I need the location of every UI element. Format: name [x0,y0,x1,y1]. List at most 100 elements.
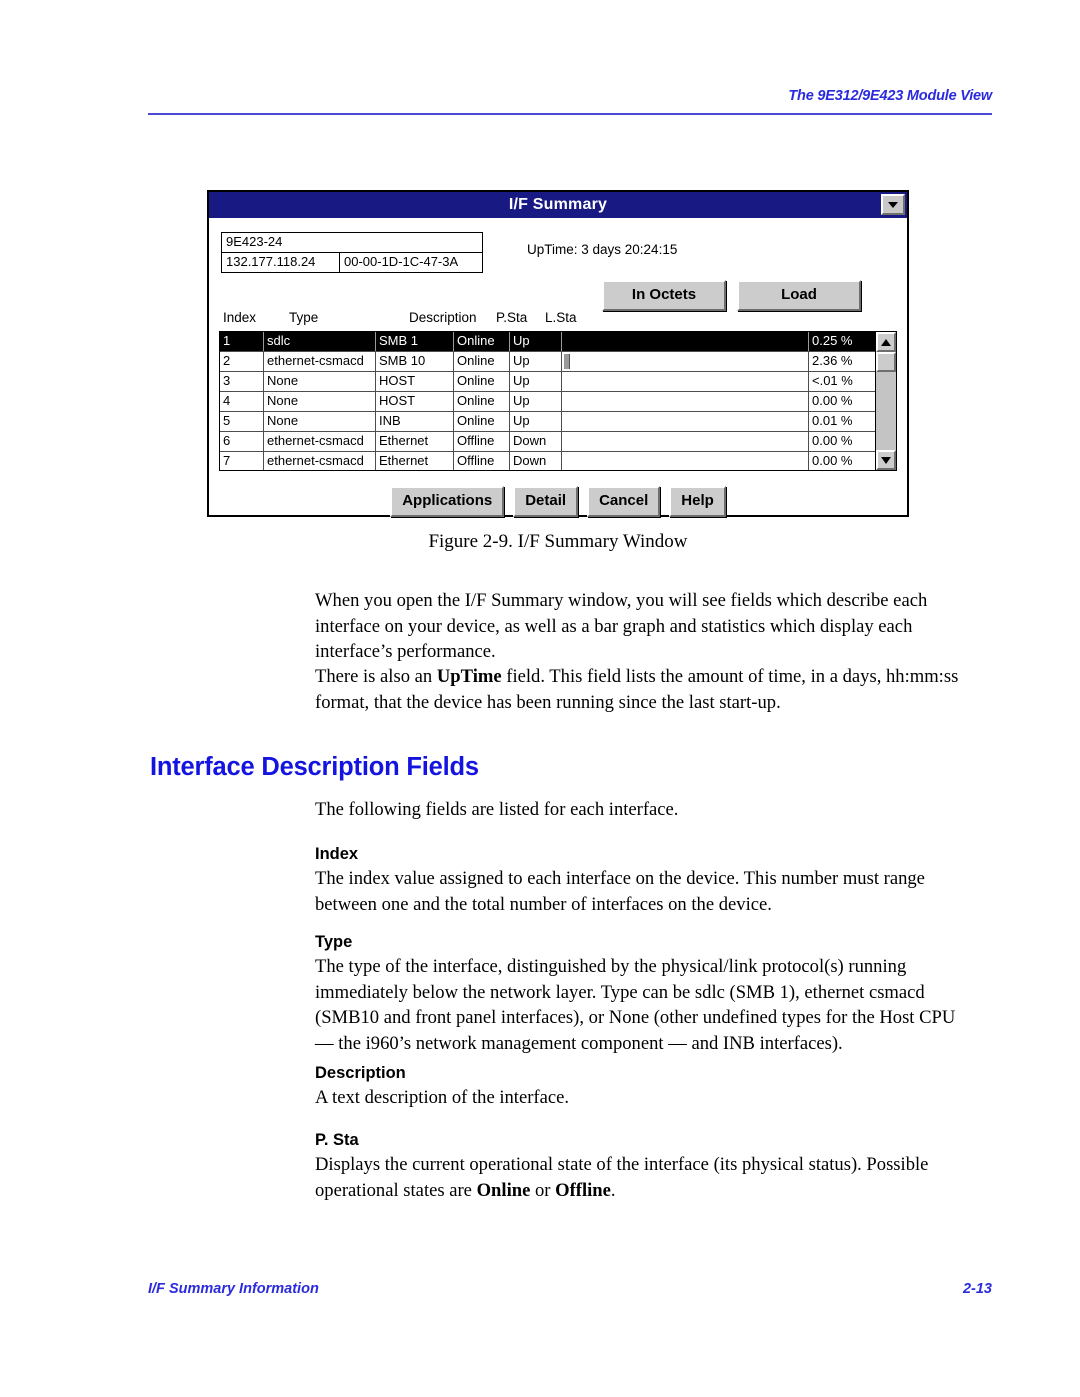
subheading-p-sta: P. Sta [315,1131,359,1149]
cell-l-sta: Up [510,332,562,351]
scrollbar-track[interactable] [876,372,896,450]
cell-bar-graph [562,412,809,431]
scroll-down-button[interactable] [876,450,896,470]
paragraph-intro: When you open the I/F Summary window, yo… [315,590,928,662]
cell-l-sta: Down [510,452,562,470]
dialog-titlebar: I/F Summary [209,192,907,218]
paragraph-uptime: There is also an UpTime field. This fiel… [315,664,960,715]
device-name: 9E423-24 [226,234,283,249]
cell-p-sta: Offline [454,452,510,470]
table-row[interactable]: 5 None INB Online Up 0.01 % [220,412,875,432]
cell-p-sta: Online [454,332,510,351]
cell-type: ethernet-csmacd [264,432,376,451]
cell-percent: 0.00 % [812,433,853,448]
cell-bar-graph [562,432,809,451]
arrow-down-icon [881,456,891,464]
applications-button[interactable]: Applications [390,486,505,517]
scrollbar-thumb[interactable] [876,352,896,372]
interface-table-wrapper: 1 sdlc SMB 1 Online Up 0.25 % 2 ethernet-csmacd… [219,331,897,471]
cell-p-sta: Online [454,412,510,431]
device-ip-address: 132.177.118.24 [222,253,340,272]
footer-page-number: 2-13 [962,1281,992,1297]
psta-tail: . [610,1179,616,1201]
dialog-body: 9E423-24 132.177.118.24 00-00-1D-1C-47-3… [209,218,907,517]
table-row[interactable]: 2 ethernet-csmacd SMB 10 Online Up 2.36 % [220,352,875,372]
table-column-headers: Index Type Description P.Sta L.Sta [221,310,781,330]
psta-online-term: Online [476,1179,531,1201]
scroll-up-button[interactable] [876,332,896,352]
statistic-selector-buttons: In Octets Load [602,280,861,311]
cell-index: 5 [220,412,264,431]
cell-index: 2 [220,352,264,371]
device-address-row: 132.177.118.24 00-00-1D-1C-47-3A [222,253,482,272]
paragraph-index: The index value assigned to each interfa… [315,868,925,915]
paragraph-description: A text description of the interface. [315,1087,570,1108]
chevron-down-icon [888,201,898,208]
cell-description: Ethernet [376,452,454,470]
paragraph-fields-intro: The following fields are listed for each… [315,799,679,820]
if-summary-dialog: I/F Summary 9E423-24 132.177.118.24 00-0… [207,190,909,517]
column-header-index: Index [223,310,257,325]
detail-button[interactable]: Detail [513,486,579,517]
table-row[interactable]: 3 None HOST Online Up <.01 % [220,372,875,392]
paragraph-type: The type of the interface, distinguished… [315,956,956,1054]
bar-graph-fill [564,354,571,369]
system-menu-button[interactable] [881,194,905,215]
subheading-description: Description [315,1064,406,1082]
cell-percent: 0.00 % [812,453,853,468]
cell-percent: 0.00 % [812,393,853,408]
cell-l-sta: Up [510,372,562,391]
cell-type: None [264,392,376,411]
subheading-type: Type [315,933,353,951]
cell-l-sta: Up [510,352,562,371]
column-header-type: Type [289,310,319,325]
figure-if-summary-window: I/F Summary 9E423-24 132.177.118.24 00-0… [207,190,909,517]
cell-description: HOST [376,392,454,411]
cell-p-sta: Online [454,372,510,391]
cell-l-sta: Down [510,432,562,451]
psta-offline-term: Offline [555,1179,611,1201]
arrow-up-icon [881,338,891,346]
cell-bar-graph [562,332,809,351]
device-info-box: 9E423-24 132.177.118.24 00-00-1D-1C-47-3… [221,232,483,273]
subheading-index: Index [315,845,359,863]
column-header-l-sta: L.Sta [545,310,577,325]
psta-lead: Displays the current operational state o… [315,1154,929,1201]
cell-bar-graph [562,372,809,391]
cancel-button[interactable]: Cancel [587,486,661,517]
uptime-label: UpTime: 3 days 20:24:15 [527,242,678,257]
cell-description: INB [376,412,454,431]
cell-p-sta: Online [454,352,510,371]
table-scrollbar[interactable] [875,331,897,471]
cell-description: SMB 10 [376,352,454,371]
in-octets-button[interactable]: In Octets [602,280,726,311]
footer-left-label: I/F Summary Information [148,1281,319,1297]
device-name-row: 9E423-24 [222,233,482,253]
table-row[interactable]: 6 ethernet-csmacd Ethernet Offline Down 0.00 … [220,432,875,452]
table-row[interactable]: 1 sdlc SMB 1 Online Up 0.25 % [220,332,875,352]
help-button[interactable]: Help [669,486,726,517]
cell-type: ethernet-csmacd [264,352,376,371]
cell-index: 4 [220,392,264,411]
running-head: The 9E312/9E423 Module View [788,88,992,104]
cell-percent: 0.25 % [812,333,853,348]
cell-description: Ethernet [376,432,454,451]
load-button[interactable]: Load [737,280,861,311]
cell-percent: <.01 % [812,373,853,388]
device-mac-address: 00-00-1D-1C-47-3A [344,254,459,269]
cell-type: None [264,372,376,391]
cell-l-sta: Up [510,392,562,411]
dialog-action-buttons: Applications Detail Cancel Help [209,486,907,517]
cell-type: sdlc [264,332,376,351]
table-row[interactable]: 7 ethernet-csmacd Ethernet Offline Down 0.00 … [220,452,875,470]
page-footer: I/F Summary Information 2-13 [148,1281,992,1297]
column-header-description: Description [409,310,477,325]
uptime-term: UpTime [436,666,502,687]
interface-table[interactable]: 1 sdlc SMB 1 Online Up 0.25 % 2 ethernet-csmacd… [219,331,875,471]
cell-bar-graph [562,452,809,470]
cell-bar-graph [562,392,809,411]
table-row[interactable]: 4 None HOST Online Up 0.00 % [220,392,875,412]
uptime-para-lead: There is also an [315,666,437,687]
cell-index: 6 [220,432,264,451]
cell-index: 7 [220,452,264,470]
